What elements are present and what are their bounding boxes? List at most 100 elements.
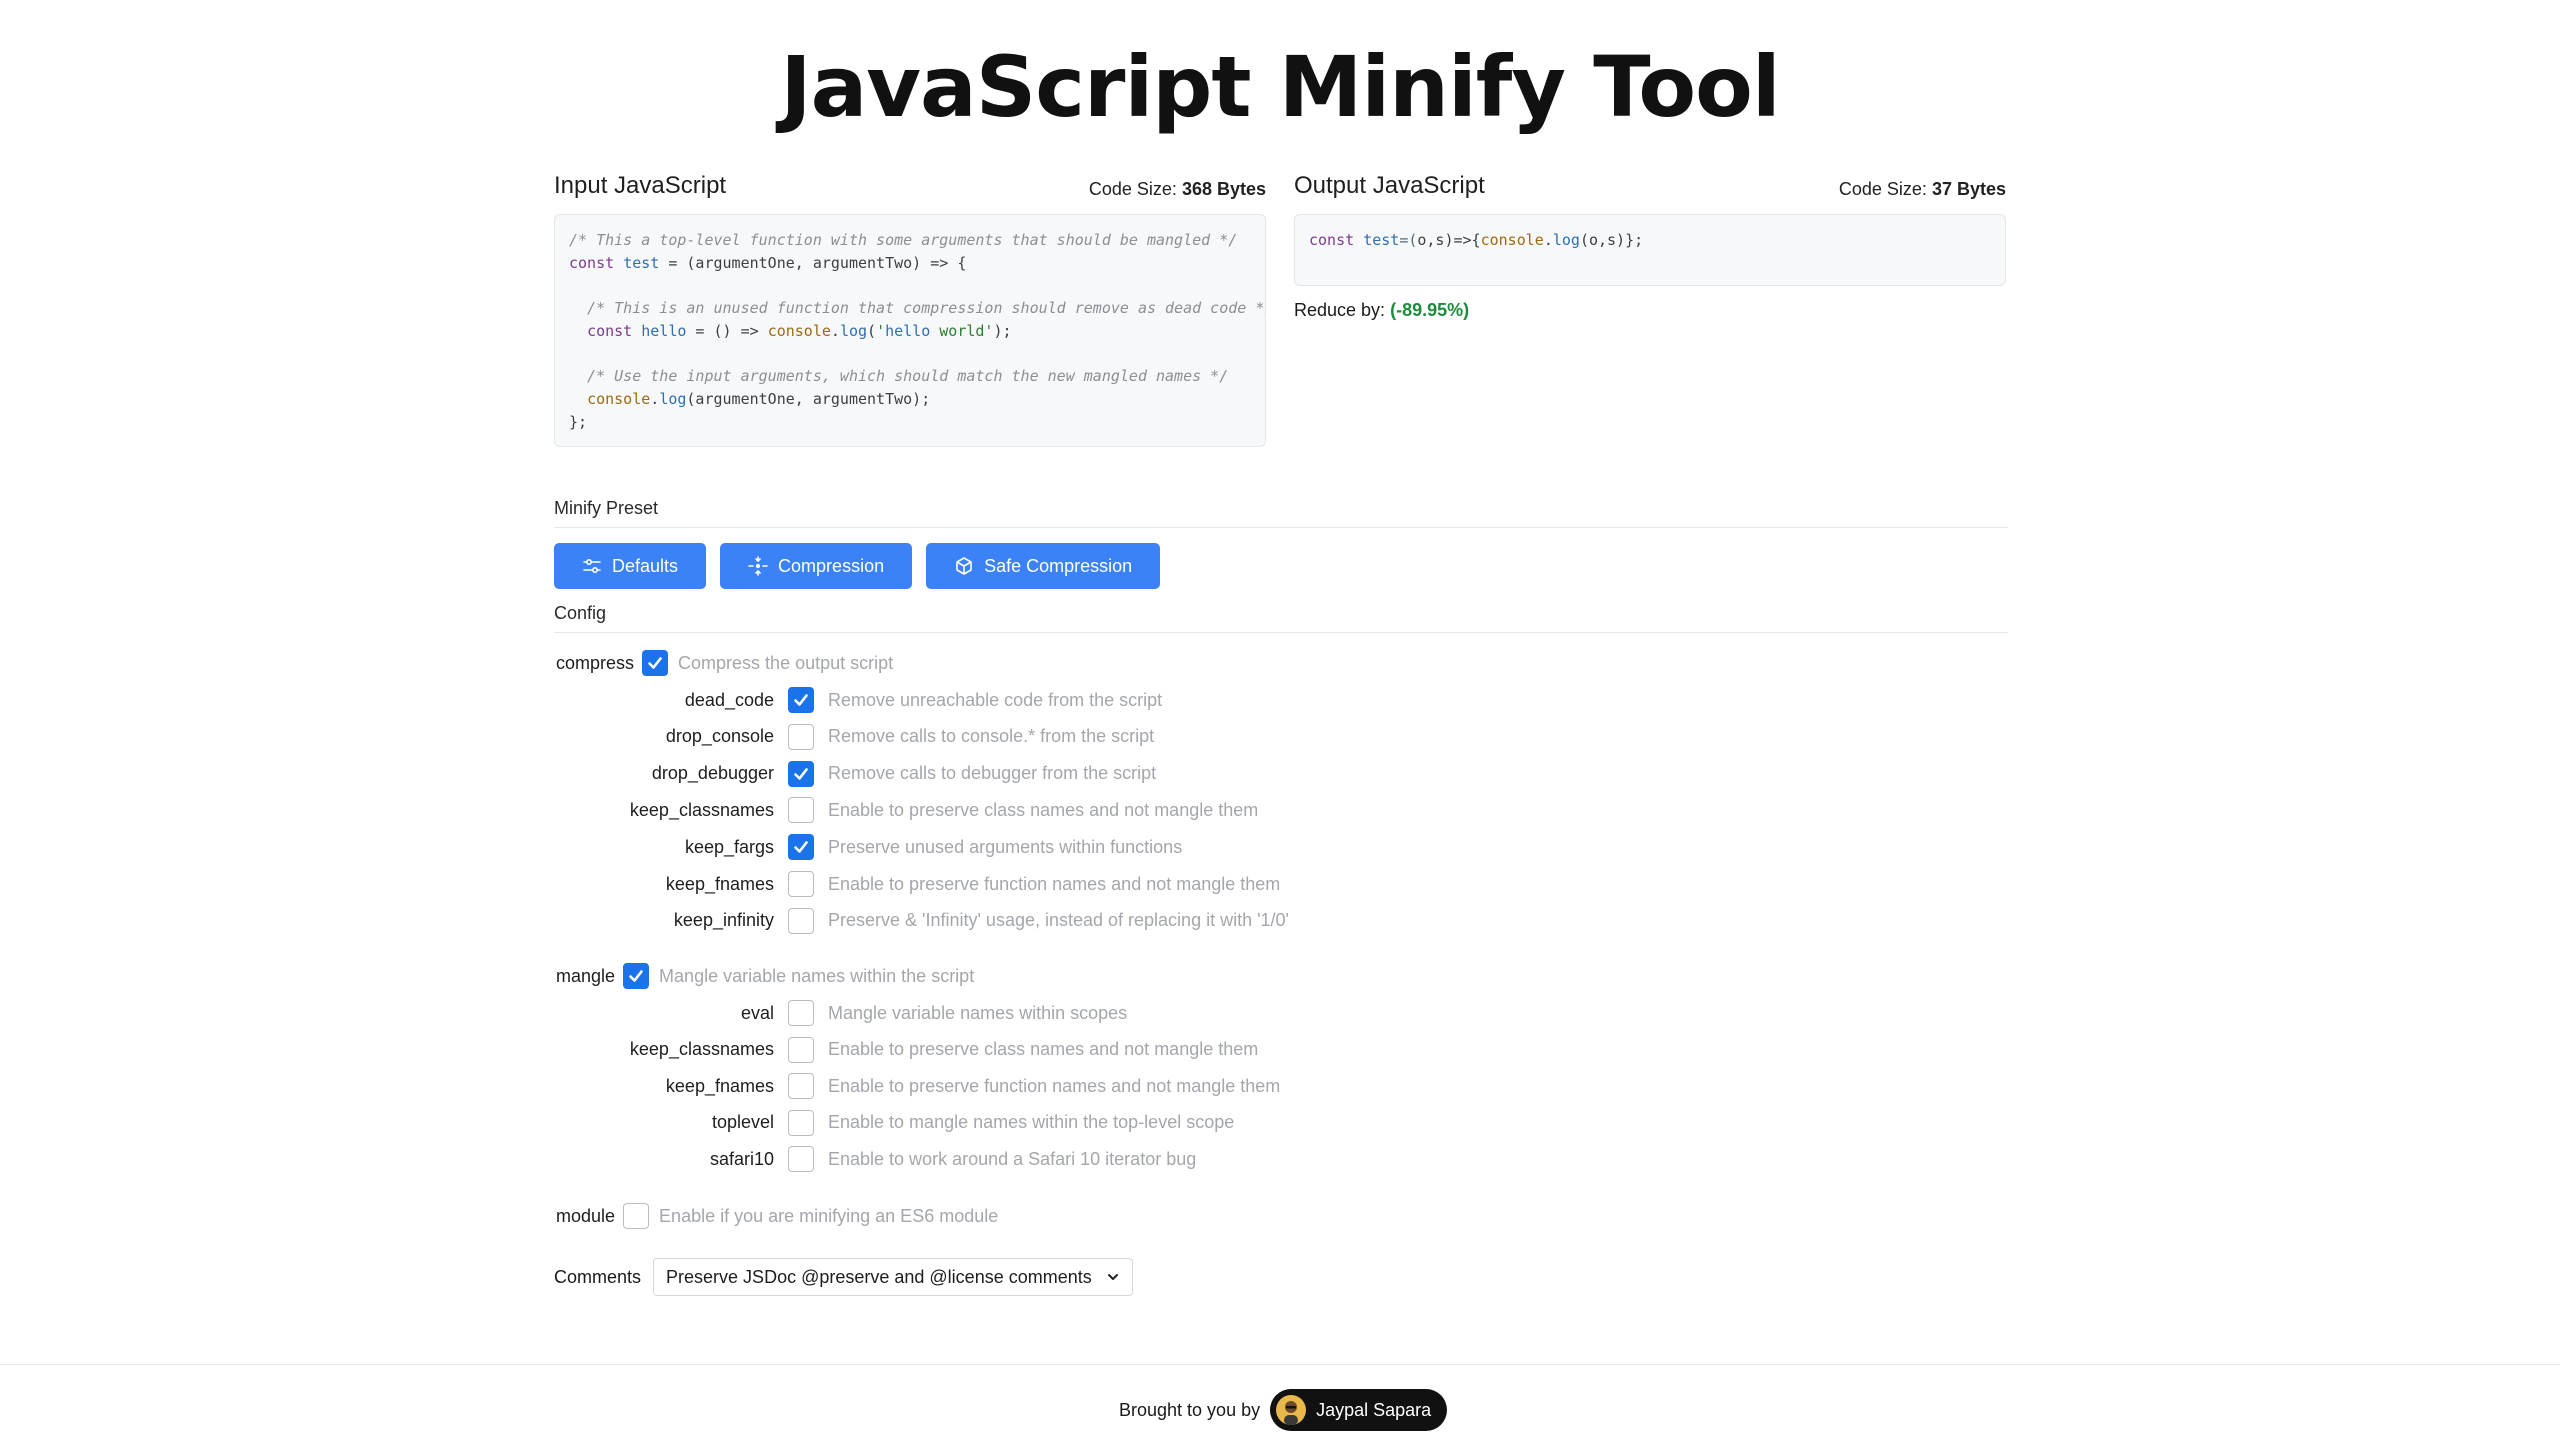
checkbox-unchecked[interactable]: [788, 723, 814, 750]
config-section-label: Config: [554, 603, 2008, 633]
option-name: drop_debugger: [651, 763, 774, 784]
check-icon: [646, 654, 664, 672]
checkbox-unchecked[interactable]: [788, 907, 814, 934]
sliders-icon: [583, 558, 601, 574]
option-drop-debugger: drop_debugger Remove calls to debugger fr…: [554, 759, 1156, 789]
comments-select[interactable]: Preserve JSDoc @preserve and @license co…: [653, 1258, 1133, 1296]
option-name: safari10: [709, 1148, 774, 1169]
option-name: toplevel: [711, 1112, 774, 1132]
option-name: keep_infinity: [673, 910, 774, 931]
option-name: module: [556, 1205, 616, 1226]
option-mangle: mangle Mangle variable names within the s…: [556, 961, 974, 991]
option-description: Enable if you are minifying an ES6 modul…: [659, 1205, 999, 1226]
compression-label: Compression: [778, 555, 885, 576]
option-compress: compress Compress the output script: [556, 648, 893, 678]
option-name: keep_fnames: [665, 1075, 774, 1096]
option-description: Enable to preserve function names and no…: [828, 873, 1281, 894]
option-name: eval: [740, 1002, 774, 1023]
input-code-size: Code Size: 368 Bytes: [1088, 179, 1266, 199]
option-name: keep_fnames: [665, 873, 774, 894]
defaults-label: Defaults: [612, 555, 679, 576]
checkbox-unchecked[interactable]: [788, 1036, 814, 1063]
defaults-button[interactable]: Defaults: [554, 543, 707, 589]
code-line: };: [569, 412, 588, 431]
code-line: const test = (argumentOne, argumentTwo) …: [569, 253, 967, 272]
option-description: Preserve & 'Infinity' usage, instead of …: [828, 910, 1289, 931]
option-description: Mangle variable names within scopes: [828, 1002, 1128, 1023]
reduce-percent: (-89.95%): [1390, 300, 1470, 320]
footer-text: Brought to you by: [1119, 1399, 1261, 1420]
option-name: mangle: [556, 965, 616, 986]
option-name: keep_classnames: [629, 799, 774, 820]
footer: Brought to you by Jaypal Sapara: [0, 1364, 2560, 1440]
checkbox-unchecked[interactable]: [788, 1109, 814, 1136]
output-title: Output JavaScript: [1294, 172, 1485, 199]
checkbox-unchecked[interactable]: [788, 1000, 814, 1026]
author-name: Jaypal Sapara: [1316, 1399, 1432, 1420]
option-description: Enable to preserve class names and not m…: [828, 799, 1259, 820]
input-title: Input JavaScript: [554, 172, 727, 199]
checkbox-checked[interactable]: [788, 834, 814, 861]
option-module: module Enable if you are minifying an ES6…: [556, 1201, 998, 1231]
output-code-size: Code Size: 37 Bytes: [1838, 179, 2006, 199]
option-description: Remove calls to console.* from the scrip…: [828, 726, 1155, 747]
page-title: JavaScript Minify Tool: [780, 38, 1780, 136]
option-keep-classnames: keep_classnames Enable to preserve class …: [554, 1035, 1258, 1065]
option-description: Enable to preserve class names and not m…: [828, 1039, 1259, 1059]
box-icon: [956, 557, 972, 575]
checkbox-checked[interactable]: [623, 963, 650, 989]
option-name: dead_code: [684, 689, 774, 710]
preset-section-label: Minify Preset: [554, 498, 2008, 528]
code-line: /* Use the input arguments, which should…: [569, 367, 1229, 386]
option-description: Enable to preserve function names and no…: [828, 1075, 1281, 1096]
option-keep-infinity: keep_infinity Preserve & 'Infinity' usage…: [554, 906, 1289, 936]
option-keep-classnames: keep_classnames Enable to preserve class …: [554, 795, 1258, 825]
option-description: Compress the output script: [678, 652, 894, 673]
checkbox-unchecked[interactable]: [788, 797, 814, 824]
compression-button[interactable]: Compression: [720, 543, 913, 589]
author-link[interactable]: Jaypal Sapara: [1270, 1389, 1448, 1431]
safe-compression-label: Safe Compression: [984, 555, 1133, 576]
option-description: Enable to work around a Safari 10 iterat…: [828, 1148, 1197, 1169]
input-panel: Input JavaScript Code Size: 368 Bytes /*…: [554, 170, 1266, 447]
option-description: Remove unreachable code from the script: [828, 689, 1163, 710]
code-line: /* This is an unused function that compr…: [569, 299, 1266, 318]
comments-row: Comments Preserve JSDoc @preserve and @l…: [554, 1258, 1133, 1296]
option-name: compress: [556, 652, 635, 673]
option-dead-code: dead_code Remove unreachable code from th…: [554, 685, 1162, 715]
safe-compression-button[interactable]: Safe Compression: [926, 543, 1161, 589]
chevron-down-icon: [1107, 1274, 1118, 1280]
option-name: drop_console: [665, 726, 774, 747]
checkbox-checked[interactable]: [788, 687, 814, 713]
option-toplevel: toplevel Enable to mangle names within th…: [554, 1108, 1234, 1138]
avatar: [1276, 1395, 1307, 1425]
output-panel: Output JavaScript Code Size: 37 Bytes co…: [1294, 170, 2006, 321]
code-line: const hello = () => console.log('hello w…: [587, 321, 1012, 340]
preset-buttons: Defaults Compression Safe Compression: [554, 543, 1161, 589]
option-name: keep_fargs: [684, 836, 774, 857]
option-keep-fargs: keep_fargs Preserve unused arguments with…: [554, 832, 1182, 862]
check-icon: [792, 765, 810, 783]
checkbox-unchecked[interactable]: [788, 1146, 814, 1172]
input-code-editor[interactable]: /* This a top-level function with some a…: [554, 214, 1266, 447]
option-drop-console: drop_console Remove calls to console.* fr…: [554, 722, 1154, 752]
reduce-by: Reduce by: (-89.95%): [1294, 300, 1470, 320]
checkbox-unchecked[interactable]: [623, 1203, 650, 1229]
check-icon: [792, 691, 810, 709]
option-description: Enable to mangle names within the top-le…: [828, 1112, 1235, 1132]
checkbox-unchecked[interactable]: [788, 871, 814, 897]
comments-label: Comments: [554, 1266, 642, 1287]
output-code-editor[interactable]: const test=(o,s)=>{console.log(o,s)};: [1294, 214, 2006, 286]
checkbox-checked[interactable]: [788, 760, 814, 787]
option-eval: eval Mangle variable names within scopes: [554, 998, 1127, 1028]
checkbox-unchecked[interactable]: [788, 1073, 814, 1099]
comments-selected: Preserve JSDoc @preserve and @license co…: [666, 1266, 1092, 1287]
code-line: /* This a top-level function with some a…: [569, 231, 1238, 249]
compress-icon: [748, 556, 768, 576]
option-keep-fnames: keep_fnames Enable to preserve function n…: [554, 869, 1280, 899]
code-line: console.log(argumentOne, argumentTwo);: [587, 389, 931, 408]
check-icon: [627, 967, 645, 985]
checkbox-checked[interactable]: [642, 650, 669, 676]
